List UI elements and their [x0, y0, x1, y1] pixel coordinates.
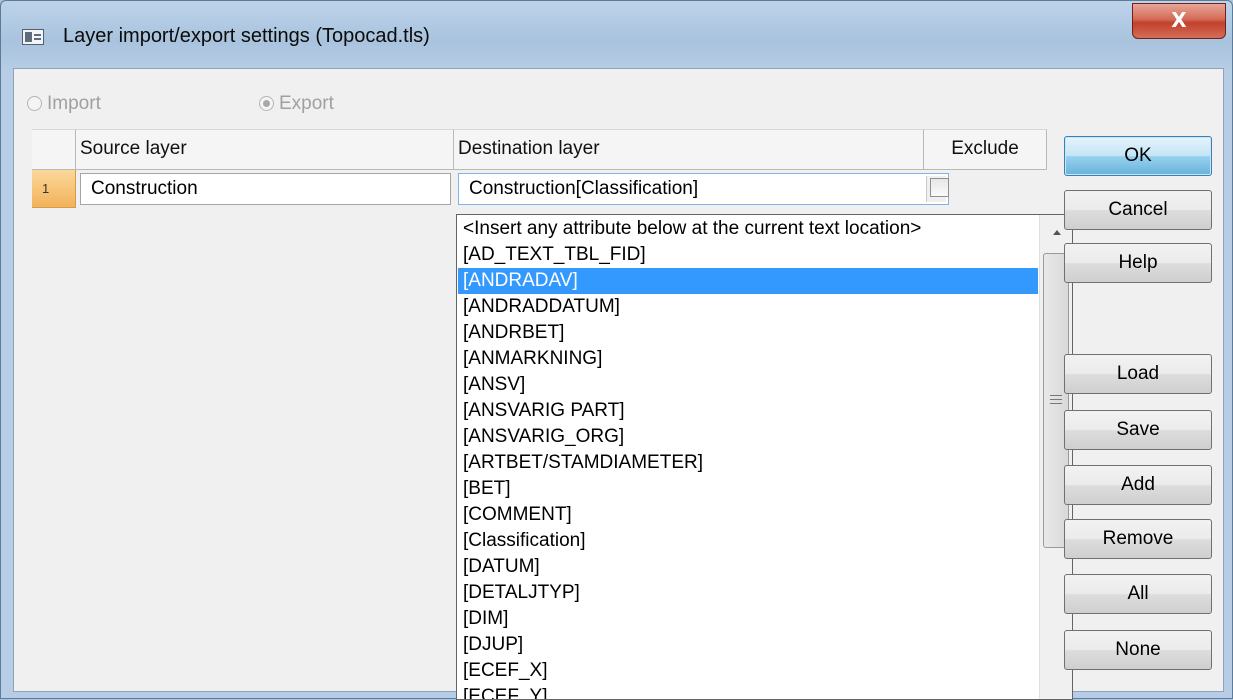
all-button[interactable]: All: [1064, 574, 1212, 614]
dropdown-item[interactable]: [DJUP]: [458, 632, 1038, 658]
import-radio[interactable]: Import: [27, 93, 101, 115]
dropdown-item[interactable]: [ANDRADAV]: [458, 268, 1038, 294]
layer-grid: Source layer Destination layer Exclude 1…: [32, 129, 1047, 209]
app-icon: [22, 29, 44, 45]
dropdown-item[interactable]: [ANMARKNING]: [458, 346, 1038, 372]
attribute-dropdown-list[interactable]: <Insert any attribute below at the curre…: [456, 214, 1073, 700]
help-button[interactable]: Help: [1064, 243, 1212, 283]
dropdown-item[interactable]: [Classification]: [458, 528, 1038, 554]
export-radio-circle: [259, 96, 274, 111]
corner-header: [32, 129, 76, 170]
dropdown-item[interactable]: [BET]: [458, 476, 1038, 502]
import-radio-label: Import: [47, 93, 101, 114]
cancel-button[interactable]: Cancel: [1064, 190, 1212, 230]
column-header-source[interactable]: Source layer: [76, 129, 454, 170]
dropdown-item[interactable]: [AD_TEXT_TBL_FID]: [458, 242, 1038, 268]
row-header[interactable]: 1: [32, 170, 76, 208]
remove-button[interactable]: Remove: [1064, 519, 1212, 559]
dropdown-scrollbar[interactable]: [1039, 215, 1072, 699]
dropdown-item[interactable]: [ECEF_X]: [458, 658, 1038, 684]
dropdown-item[interactable]: [DIM]: [458, 606, 1038, 632]
exclude-checkbox[interactable]: [930, 178, 949, 197]
source-layer-cell[interactable]: Construction: [80, 173, 451, 205]
dropdown-item[interactable]: [ARTBET/STAMDIAMETER]: [458, 450, 1038, 476]
title-bar: Layer import/export settings (Topocad.tl…: [1, 1, 1232, 67]
destination-layer-combo[interactable]: Construction[Classification]: [458, 173, 949, 205]
dropdown-item[interactable]: [ANSVARIG PART]: [458, 398, 1038, 424]
dropdown-item[interactable]: [DATUM]: [458, 554, 1038, 580]
load-button[interactable]: Load: [1064, 354, 1212, 394]
column-header-destination[interactable]: Destination layer: [454, 129, 924, 170]
close-button[interactable]: X: [1132, 3, 1226, 39]
none-button[interactable]: None: [1064, 630, 1212, 670]
dropdown-item[interactable]: [DETALJTYP]: [458, 580, 1038, 606]
dropdown-item[interactable]: [ANSV]: [458, 372, 1038, 398]
add-button[interactable]: Add: [1064, 465, 1212, 505]
dropdown-item[interactable]: [ANDRADDATUM]: [458, 294, 1038, 320]
save-button[interactable]: Save: [1064, 410, 1212, 450]
ok-button[interactable]: OK: [1064, 136, 1212, 176]
window-title: Layer import/export settings (Topocad.tl…: [63, 25, 430, 47]
grip-icon: [1050, 395, 1062, 396]
export-radio[interactable]: Export: [259, 93, 334, 115]
destination-layer-value: Construction[Classification]: [469, 178, 699, 199]
column-header-exclude[interactable]: Exclude: [924, 129, 1047, 170]
import-radio-circle: [27, 96, 42, 111]
dropdown-item[interactable]: [ANSVARIG_ORG]: [458, 424, 1038, 450]
dropdown-item[interactable]: <Insert any attribute below at the curre…: [458, 216, 1038, 242]
dropdown-item[interactable]: [COMMENT]: [458, 502, 1038, 528]
dialog-window: Layer import/export settings (Topocad.tl…: [0, 0, 1233, 700]
dropdown-item[interactable]: [ECEF_Y]: [458, 684, 1038, 699]
dropdown-item[interactable]: [ANDRBET]: [458, 320, 1038, 346]
export-radio-label: Export: [279, 93, 334, 114]
close-icon: X: [1171, 8, 1187, 32]
